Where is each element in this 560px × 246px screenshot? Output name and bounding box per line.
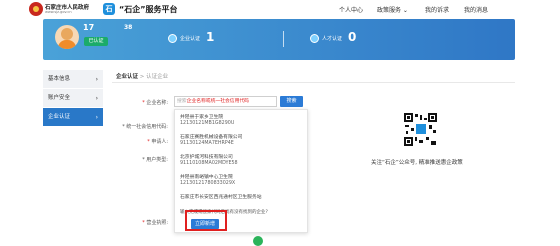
- gov-url: www.sjz.gov.cn: [45, 10, 72, 14]
- breadcrumb-current: 认证企业: [146, 74, 169, 80]
- nav-my-requests[interactable]: 我的诉求: [425, 5, 449, 14]
- chevron-right-icon: ›: [95, 95, 98, 102]
- list-item[interactable]: 井陉县于家乡卫生院 12130121MB1G8290U: [180, 115, 234, 127]
- list-item[interactable]: 石家庄市长安区西兆通村区卫生服务站: [180, 195, 262, 201]
- breadcrumb: 企业认证 > 认证企业: [116, 72, 168, 80]
- breadcrumb-root[interactable]: 企业认证: [116, 74, 138, 80]
- search-placeholder-highlight: 企业名称或统一社会信用代码: [186, 99, 249, 104]
- search-placeholder-prefix: 搜索: [177, 99, 187, 104]
- result-code: 12130121780833029X: [180, 181, 236, 186]
- result-name: 石家庄市长安区西兆通村区卫生服务站: [180, 195, 262, 200]
- search-button[interactable]: 搜索: [280, 96, 303, 107]
- verified-badge: 已认证: [84, 37, 108, 46]
- result-name: 北京护城河科技有限公司: [180, 155, 233, 160]
- credit-code-label: * 统一社会信用代码:: [122, 124, 168, 130]
- stat-divider: [283, 31, 284, 47]
- sidebar: 基本信息 › 账户安全 › 企业认证 ›: [43, 70, 103, 127]
- business-license-label: * 营业执照:: [142, 220, 168, 226]
- sidebar-item-company-cert[interactable]: 企业认证 ›: [43, 108, 103, 127]
- app-logo-icon: 石: [103, 3, 115, 15]
- user-type-label: * 用户类型:: [142, 157, 168, 163]
- highlight-box: [185, 210, 227, 231]
- sidebar-item-label: 企业认证: [48, 114, 71, 120]
- sidebar-item-label: 账户安全: [48, 95, 71, 101]
- talent-cert-icon: [310, 34, 319, 43]
- app-title[interactable]: “石企”服务平台: [119, 4, 178, 15]
- government-emblem-icon: [29, 2, 43, 16]
- result-name: 井陉县于家乡卫生院: [180, 115, 224, 120]
- chevron-right-icon: ›: [95, 114, 98, 121]
- breadcrumb-divider: [112, 82, 515, 83]
- talent-cert-count[interactable]: 0: [348, 30, 356, 44]
- result-name: 井陉县南峪镇中心卫生院: [180, 175, 233, 180]
- list-item[interactable]: 井陉县南峪镇中心卫生院 12130121780833029X: [180, 175, 235, 187]
- chevron-right-icon: ›: [95, 76, 98, 83]
- result-code: 12130121MB1G8290U: [180, 121, 235, 126]
- result-code: 91130124MA7EHRP4E: [180, 141, 234, 146]
- nav-my-messages[interactable]: 我的消息: [464, 5, 488, 14]
- company-name-label: * 企业名称:: [142, 100, 168, 106]
- company-search-input[interactable]: 搜索企业名称或统一社会信用代码: [174, 96, 277, 107]
- company-cert-count[interactable]: 1: [206, 30, 214, 44]
- result-code: 91110108MA02MDYE58: [180, 161, 238, 166]
- sidebar-item-label: 基本信息: [48, 76, 71, 82]
- list-item[interactable]: 石家庄赛胜机械设备有限公司 91130124MA7EHRP4E: [180, 135, 242, 147]
- upload-icon[interactable]: [253, 236, 263, 246]
- nav-policy-services[interactable]: 政策服务 ⌄: [377, 5, 408, 14]
- top-bar: 石家庄市人民政府 www.sjz.gov.cn 石 “石企”服务平台 个人中心 …: [0, 0, 560, 19]
- user-name: 17: [83, 23, 95, 32]
- user-number: 38: [124, 24, 133, 31]
- breadcrumb-separator: >: [138, 74, 147, 80]
- qr-code-icon: [404, 113, 437, 146]
- result-name: 石家庄赛胜机械设备有限公司: [180, 135, 243, 140]
- sidebar-item-account-security[interactable]: 账户安全 ›: [43, 89, 103, 108]
- list-item[interactable]: 北京护城河科技有限公司 91110108MA02MDYE58: [180, 155, 238, 167]
- company-cert-icon: [168, 34, 177, 43]
- nav-personal-center[interactable]: 个人中心: [339, 5, 363, 14]
- applicant-label: * 申请人:: [147, 139, 168, 145]
- avatar: [55, 25, 79, 49]
- sidebar-item-basic-info[interactable]: 基本信息 ›: [43, 70, 103, 89]
- talent-cert-label: 人才认证: [322, 36, 343, 42]
- qr-caption: 关注“石企”公众号, 精准推送惠企政策: [371, 160, 463, 166]
- user-banner: 17 38 已认证 企业认证 1 人才认证 0: [43, 19, 515, 60]
- company-cert-label: 企业认证: [180, 36, 201, 42]
